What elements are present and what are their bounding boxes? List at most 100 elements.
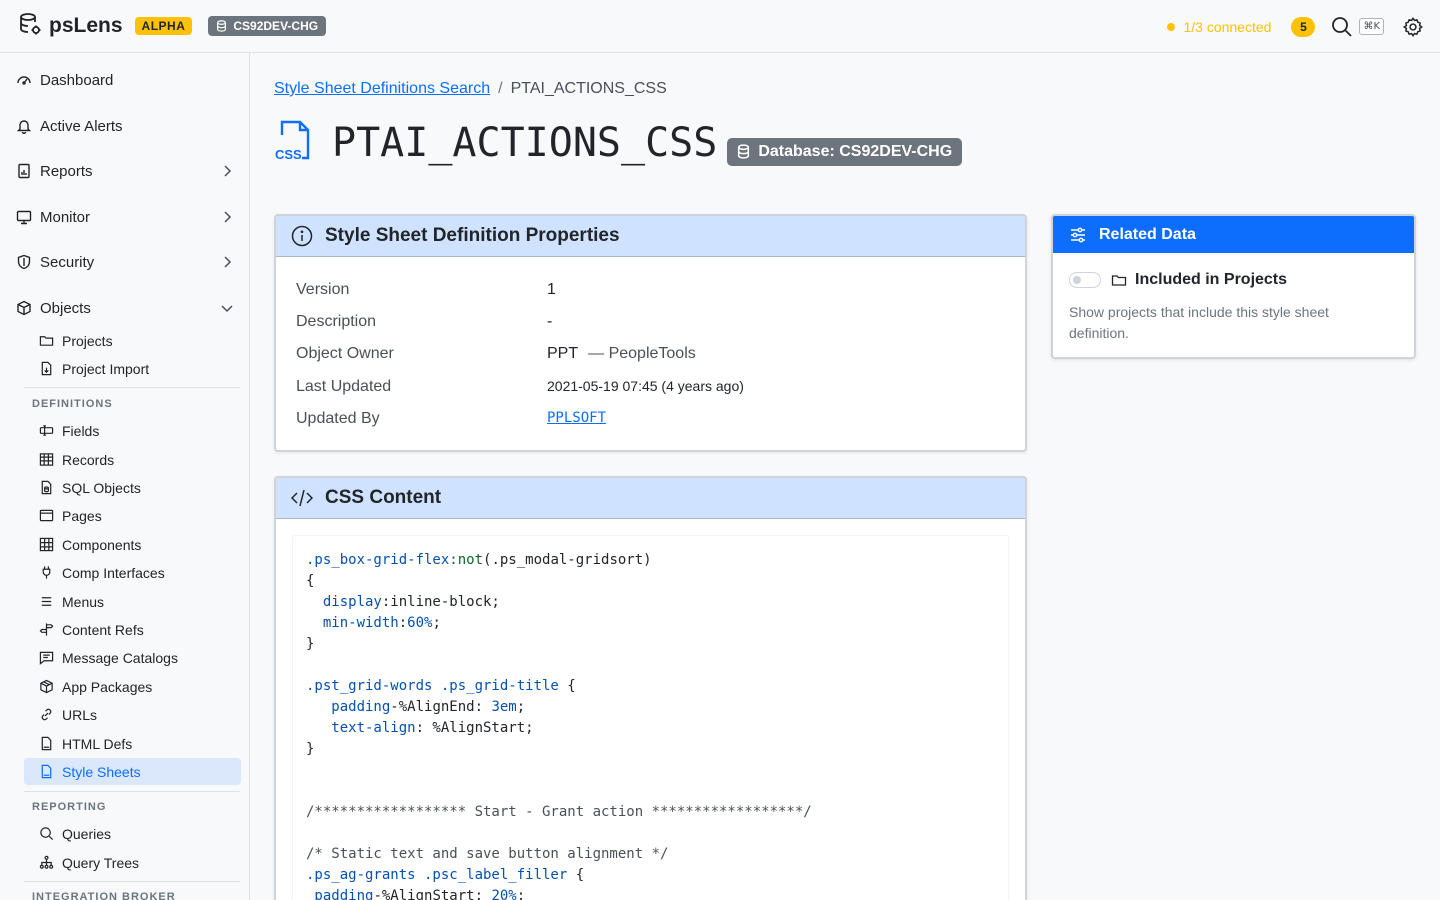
svg-text:CSS: CSS <box>275 147 302 162</box>
code-token: ; <box>516 888 526 900</box>
css-file-icon <box>41 764 52 779</box>
code-line: /****************** Start - Grant action… <box>306 802 995 823</box>
toggle-knob <box>1073 276 1081 284</box>
sidebar-item-content-refs[interactable]: Content Refs <box>24 616 241 643</box>
code-token: { <box>306 573 315 589</box>
sidebar-item-label: Style Sheets <box>62 763 141 780</box>
grid-icon <box>39 537 54 552</box>
folder-icon <box>1111 275 1127 286</box>
code-line: /* Static text and save button alignment… <box>306 844 995 865</box>
properties-card-title: Style Sheet Definition Properties <box>325 225 620 246</box>
database-badge: Database: CS92DEV-CHG <box>727 137 963 166</box>
related-data-card: Related Data Included in Projects Show p… <box>1051 214 1416 359</box>
sidebar-item-components[interactable]: Components <box>24 531 241 558</box>
included-in-projects-toggle[interactable] <box>1069 272 1101 288</box>
settings-button[interactable] <box>1402 16 1424 38</box>
prop-value-owner: PPT — PeopleTools <box>547 345 696 363</box>
sidebar-item-style-sheets[interactable]: Style Sheets <box>24 758 241 785</box>
code-line: .ps_ag-grants .psc_label_filler { <box>306 865 995 886</box>
search-button[interactable] <box>1331 16 1353 38</box>
database-gear-icon <box>18 12 42 41</box>
folder-icon <box>39 336 54 346</box>
status-dot-icon <box>1167 22 1176 31</box>
brand-name: psLens <box>49 14 123 37</box>
page-title-row: CSS PTAI_ACTIONS_CSS Database: CS92DEV-C… <box>274 118 963 167</box>
section-header-integration-broker: INTEGRATION BROKER <box>32 891 176 900</box>
sidebar-item-menus[interactable]: Menus <box>24 588 241 615</box>
code-token: } <box>306 636 315 652</box>
sidebar-item-label: Reports <box>40 162 93 180</box>
sidebar-item-label: Fields <box>62 422 100 439</box>
sidebar-item-records[interactable]: Records <box>24 446 241 473</box>
css-content-card-header: CSS Content <box>276 478 1025 519</box>
brand[interactable]: psLens ALPHA <box>18 12 193 41</box>
package-icon <box>40 679 53 694</box>
sidebar-item-queries[interactable]: Queries <box>24 820 241 847</box>
code-token: { <box>567 867 585 883</box>
sidebar-item-reports[interactable]: Reports <box>16 159 236 183</box>
sidebar-item-label: Monitor <box>40 208 91 226</box>
sidebar-item-dashboard[interactable]: Dashboard <box>16 68 236 92</box>
link-icon <box>41 708 52 721</box>
owner-description: — PeopleTools <box>588 345 696 362</box>
prop-label-owner: Object Owner <box>296 345 394 362</box>
sidebar-item-security[interactable]: Security <box>16 250 236 274</box>
code-token: .ps_box-grid-flex <box>306 552 450 568</box>
field-icon <box>39 425 54 436</box>
code-line: display:inline-block; <box>306 592 995 613</box>
sidebar-item-comp-interfaces[interactable]: Comp Interfaces <box>24 559 241 586</box>
code-token: .pst_grid-words .ps_grid-title <box>306 678 559 694</box>
chevron-right-icon <box>224 165 232 177</box>
code-token: /* Static text and save button alignment… <box>306 846 669 862</box>
sidebar-item-label: HTML Defs <box>62 735 133 752</box>
properties-card-header: Style Sheet Definition Properties <box>276 216 1025 257</box>
sidebar-item-label: Security <box>40 253 95 271</box>
breadcrumb-current: PTAI_ACTIONS_CSS <box>510 80 667 97</box>
sidebar-item-pages[interactable]: Pages <box>24 502 241 529</box>
sidebar-item-monitor[interactable]: Monitor <box>16 205 236 229</box>
notification-badge[interactable]: 5 <box>1291 16 1316 37</box>
sidebar-item-active-alerts[interactable]: Active Alerts <box>16 114 236 138</box>
sidebar-item-urls[interactable]: URLs <box>24 701 241 728</box>
sidebar-item-project-import[interactable]: Project Import <box>24 355 241 382</box>
css-code-block[interactable]: .ps_box-grid-flex:not(.ps_modal-gridsort… <box>292 535 1009 900</box>
sidebar-item-sql-objects[interactable]: SQL Objects <box>24 474 241 501</box>
code-token: :not <box>449 552 484 568</box>
connection-status[interactable]: 1/3 connected <box>1167 19 1271 35</box>
prop-value-last-updated: 2021-05-19 07:45 (4 years ago) <box>547 378 744 394</box>
info-icon <box>291 225 313 247</box>
sidebar-item-label: SQL Objects <box>62 479 141 496</box>
code-token: : %AlignStart; <box>415 720 534 736</box>
sidebar-item-objects[interactable]: Objects <box>16 296 236 320</box>
sidebar-item-label: Message Catalogs <box>62 649 178 666</box>
code-line: .pst_grid-words .ps_grid-title { <box>306 676 995 697</box>
sidebar-item-message-catalogs[interactable]: Message Catalogs <box>24 644 241 671</box>
signpost-icon <box>39 623 54 636</box>
sidebar-item-label: Components <box>62 536 142 553</box>
breadcrumb-link-search[interactable]: Style Sheet Definitions Search <box>274 80 490 98</box>
section-header-reporting: REPORTING <box>32 801 107 813</box>
sidebar-item-app-packages[interactable]: App Packages <box>24 673 241 700</box>
page-icon <box>39 509 54 522</box>
css-content-card: CSS Content .ps_box-grid-flex:not(.ps_mo… <box>274 476 1027 900</box>
sidebar-item-fields[interactable]: Fields <box>24 417 241 444</box>
sidebar-item-query-trees[interactable]: Query Trees <box>24 849 241 876</box>
database-badge[interactable]: CS92DEV-CHG <box>208 16 327 36</box>
code-token: min-width <box>306 615 399 631</box>
sidebar-item-label: App Packages <box>62 678 153 695</box>
connection-text: 1/3 connected <box>1183 18 1272 35</box>
message-icon <box>39 651 54 665</box>
updated-by-link[interactable]: PPLSOFT <box>547 410 606 426</box>
code-line: ​ <box>306 760 995 781</box>
sidebar-item-label: Pages <box>62 507 102 524</box>
sidebar-item-html-defs[interactable]: HTML Defs <box>24 730 241 757</box>
sidebar-item-label: Project Import <box>62 360 150 377</box>
box-icon <box>17 300 31 316</box>
prop-value-updated-by: PPLSOFT <box>547 409 606 427</box>
sidebar-item-label: Projects <box>62 332 113 349</box>
code-line: } <box>306 634 995 655</box>
code-token: padding <box>306 888 374 900</box>
code-line: { <box>306 571 995 592</box>
code-token: 20% <box>491 888 517 900</box>
sidebar-item-projects[interactable]: Projects <box>24 327 241 354</box>
